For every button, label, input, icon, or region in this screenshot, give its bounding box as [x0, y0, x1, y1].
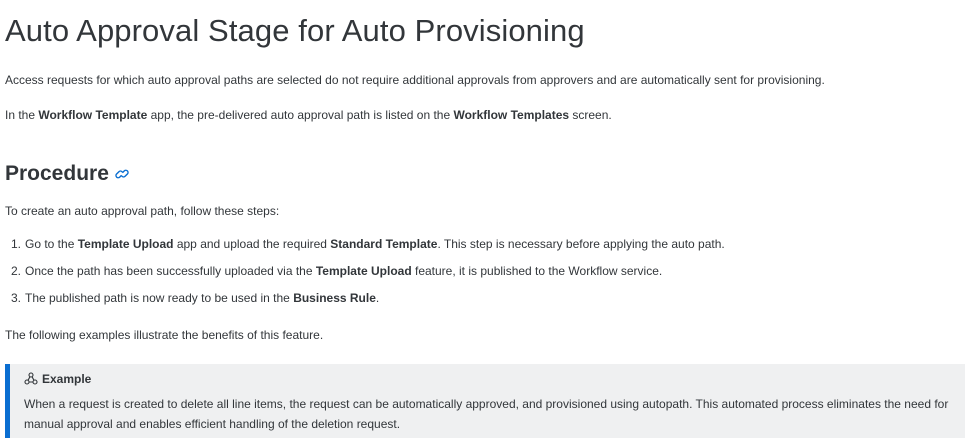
step-number: 1.: [11, 237, 22, 251]
examples-intro: The following examples illustrate the be…: [5, 328, 324, 342]
step-text: Go to the Template Upload app and upload…: [25, 236, 725, 252]
workflow-template-term: Workflow Template: [38, 108, 148, 122]
example-label: Example: [42, 372, 92, 386]
step-text: Once the path has been successfully uplo…: [25, 263, 662, 279]
step-3-text-2: .: [375, 291, 380, 305]
business-rule-term: Business Rule: [293, 291, 376, 305]
standard-template-term: Standard Template: [330, 237, 438, 251]
workflow-text-3: screen.: [569, 108, 612, 122]
step-text: The published path is now ready to be us…: [25, 290, 379, 306]
intro-paragraph: Access requests for which auto approval …: [5, 73, 825, 87]
link-icon[interactable]: [114, 166, 130, 182]
workflow-text-1: In the: [5, 108, 39, 122]
step-number: 3.: [11, 291, 22, 305]
example-body: When a request is created to delete all …: [24, 397, 949, 431]
workflow-text-2: app, the pre-delivered auto approval pat…: [147, 108, 454, 122]
example-header: Example: [24, 372, 91, 386]
step-number: 2.: [11, 264, 22, 278]
step-3-text-1: The published path is now ready to be us…: [25, 291, 294, 305]
workflow-templates-term: Workflow Templates: [453, 108, 570, 122]
step-2-text-2: feature, it is published to the Workflow…: [411, 264, 663, 278]
step-1-text-1: Go to the: [25, 237, 78, 251]
step-1-text-2: app and upload the required: [173, 237, 331, 251]
page: Auto Approval Stage for Auto Provisionin…: [0, 0, 969, 441]
procedure-heading-text: Procedure: [5, 162, 109, 185]
step-1-text-3: . This step is necessary before applying…: [437, 237, 725, 251]
template-upload-term: Template Upload: [315, 264, 412, 278]
template-upload-term: Template Upload: [77, 237, 174, 251]
example-callout: Example When a request is created to del…: [5, 364, 965, 438]
example-icon: [24, 372, 38, 386]
steps-intro: To create an auto approval path, follow …: [5, 204, 280, 218]
workflow-template-paragraph: In the Workflow Template app, the pre-de…: [5, 107, 612, 123]
procedure-heading: Procedure: [5, 162, 130, 186]
page-title: Auto Approval Stage for Auto Provisionin…: [5, 13, 585, 48]
step-2-text-1: Once the path has been successfully uplo…: [25, 264, 316, 278]
